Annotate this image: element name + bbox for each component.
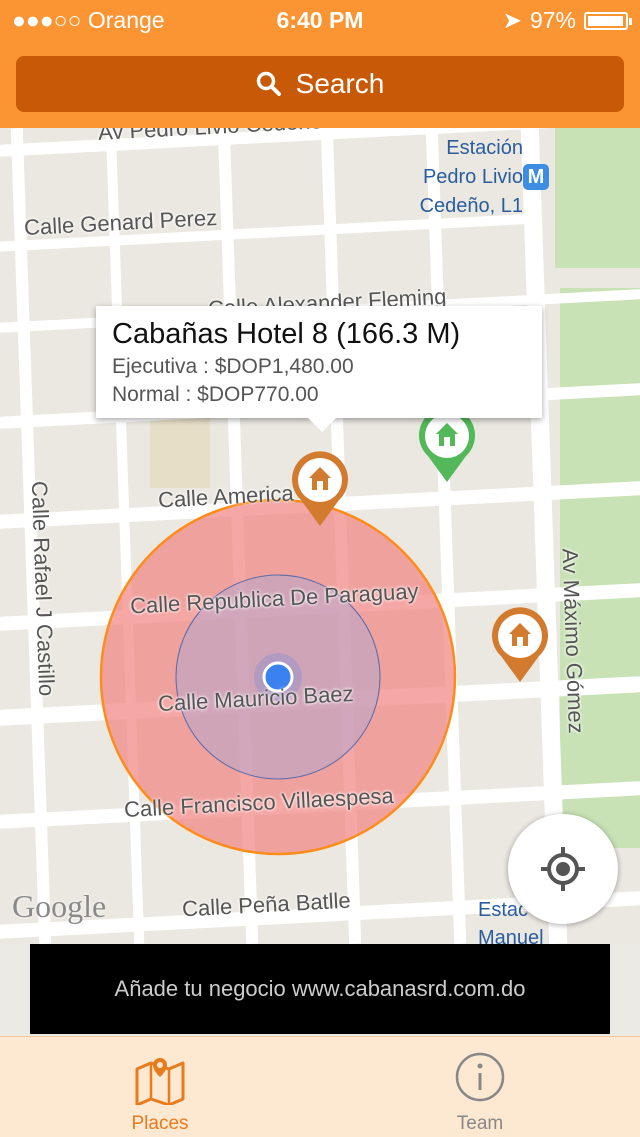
search-icon bbox=[256, 71, 281, 96]
search-button[interactable]: Search bbox=[16, 56, 624, 112]
battery-percent: 97% bbox=[529, 7, 576, 33]
station-line: Estación bbox=[446, 137, 523, 159]
status-bar: ●●●○○ Orange 6:40 PM ➤ 97% bbox=[0, 0, 640, 40]
station-label: Estación Pedro Livio Cedeño, L1 bbox=[405, 134, 523, 221]
tab-team-label: Team bbox=[456, 1113, 504, 1134]
battery-icon bbox=[584, 11, 632, 30]
search-label: Search bbox=[295, 68, 385, 99]
tab-places[interactable]: Places bbox=[0, 1037, 320, 1137]
location-arrow-icon: ➤ bbox=[502, 7, 522, 33]
tab-bar: Places Team bbox=[0, 1036, 640, 1137]
hotel-pin-selected[interactable] bbox=[287, 448, 353, 528]
station-line: Manuel bbox=[478, 927, 544, 944]
hotel-callout[interactable]: Cabañas Hotel 8 (166.3 M) Ejecutiva : $D… bbox=[96, 306, 542, 432]
station-line: Pedro Livio bbox=[422, 166, 523, 188]
map-pin-icon bbox=[135, 1058, 185, 1105]
info-icon bbox=[455, 1052, 505, 1102]
hotel-pin[interactable] bbox=[487, 604, 553, 684]
ad-banner[interactable]: Añade tu negocio www.cabanasrd.com.do bbox=[30, 944, 610, 1034]
callout-price-ejecutiva: Ejecutiva : $DOP1,480.00 bbox=[112, 355, 354, 378]
callout-title: Cabañas Hotel 8 (166.3 M) bbox=[112, 318, 461, 350]
google-watermark: Google bbox=[12, 888, 107, 924]
crosshair-icon bbox=[541, 847, 585, 891]
ad-banner-text: Añade tu negocio www.cabanasrd.com.do bbox=[114, 976, 526, 1001]
station-line: Cedeño, L1 bbox=[419, 195, 523, 217]
status-right: ➤ 97% bbox=[502, 7, 632, 34]
tab-places-label: Places bbox=[131, 1113, 189, 1134]
callout-price-normal: Normal : $DOP770.00 bbox=[112, 383, 319, 406]
metro-icon: M bbox=[523, 164, 549, 190]
tab-team[interactable]: Team bbox=[320, 1037, 640, 1137]
my-location-button[interactable] bbox=[508, 814, 618, 924]
